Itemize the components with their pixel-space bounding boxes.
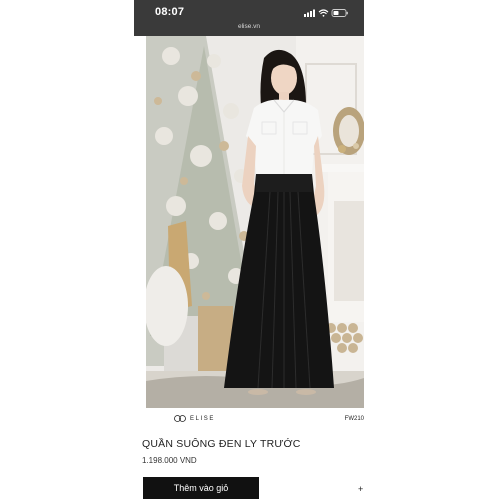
elise-logo-icon — [174, 415, 186, 422]
battery-icon — [331, 9, 348, 17]
quantity-plus-button[interactable]: + — [358, 484, 363, 494]
system-icons — [304, 8, 350, 18]
product-title: QUẦN SUÔNG ĐEN LY TRƯỚC — [142, 438, 301, 450]
clock: 08:07 — [155, 6, 185, 18]
product-price: 1.198.000 VND — [142, 456, 197, 465]
signal-icon — [304, 9, 315, 17]
product-sku: FW210 — [344, 416, 364, 422]
brand-logo[interactable]: ELISE — [174, 415, 215, 422]
brand-row: ELISE FW210 — [146, 412, 364, 426]
status-bar: 08:07 elise.vn — [134, 0, 364, 36]
address-bar[interactable]: elise.vn — [134, 23, 364, 30]
wifi-icon — [318, 9, 329, 17]
product-photo[interactable] — [146, 36, 364, 408]
phone-screen: 08:07 elise.vn ELISE FW210 — [134, 0, 364, 499]
add-to-cart-button[interactable]: Thêm vào giỏ — [143, 477, 259, 499]
brand-name: ELISE — [190, 415, 216, 422]
